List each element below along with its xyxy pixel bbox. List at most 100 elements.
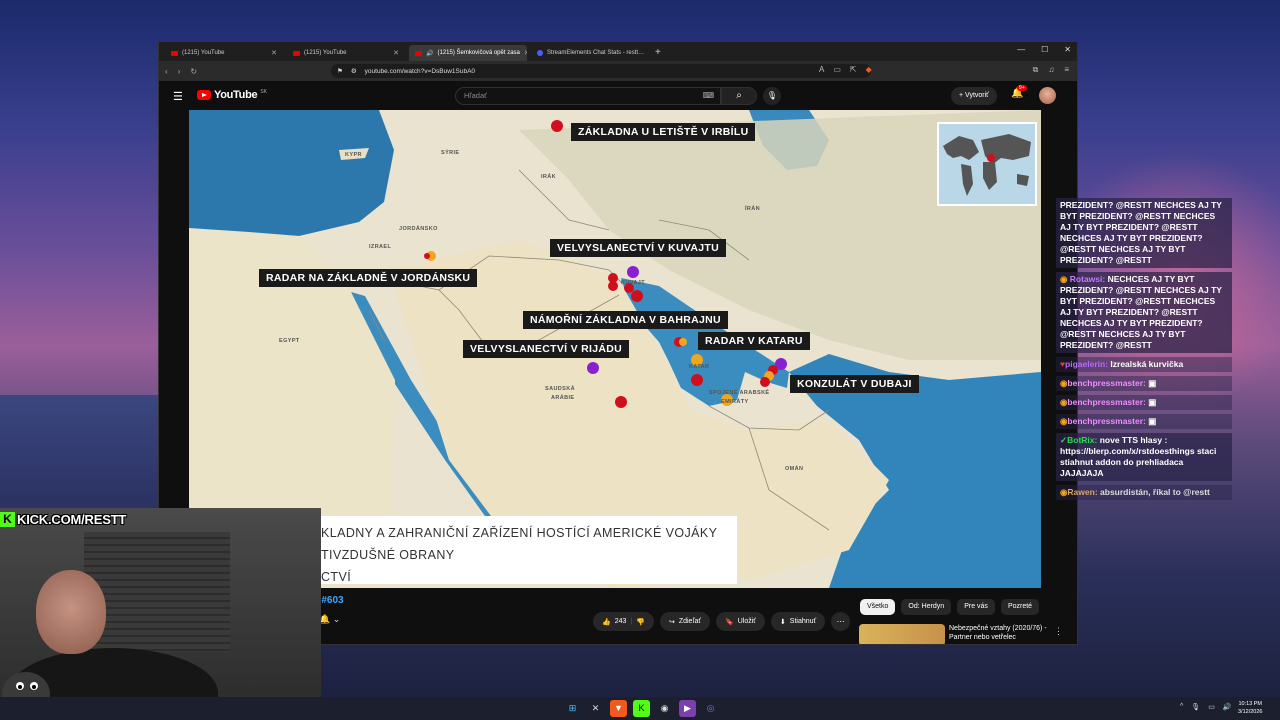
youtube-header: ☰ YouTube SK Hľadať ⌨ ⌕ 🎙 + Vytvoriť 🔔 9+	[159, 82, 1077, 110]
chat-message: ◉benchpressmaster: ▣	[1056, 376, 1232, 391]
label-kuwait: VELVYSLANECTVÍ V KUVAJTU	[550, 239, 726, 257]
minimize-icon[interactable]: —	[1017, 45, 1025, 54]
volume-icon[interactable]: 🔊	[1223, 703, 1232, 711]
webcam-feed	[0, 508, 321, 720]
tab-label: (1215) Šemkovičová opět zasa	[437, 50, 520, 56]
kick-app-icon[interactable]: K	[633, 700, 650, 717]
browser-tab-4[interactable]: StreamElements Chat Stats - restt…✕	[531, 45, 649, 61]
kick-logo-icon: K	[0, 512, 15, 527]
clock-date: 3/12/2026	[1238, 709, 1263, 715]
chat-text: absurdistán, říkal to @restt	[1100, 487, 1210, 497]
cast-icon[interactable]: ▭	[833, 65, 841, 74]
extensions-icon[interactable]: ⧉	[1033, 65, 1039, 75]
emote-icon: ▣	[1148, 378, 1157, 388]
translate-icon[interactable]: A	[819, 65, 824, 74]
download-button[interactable]: ⬇ Stiahnuť	[770, 612, 826, 631]
chat-message: ◉benchpressmaster: ▣	[1056, 414, 1232, 429]
close-tab-icon[interactable]: ✕	[271, 49, 277, 57]
more-actions-button[interactable]: ⋯	[831, 612, 851, 631]
close-tab-icon[interactable]: ✕	[648, 49, 649, 57]
media-icon[interactable]: ♫	[1048, 65, 1054, 75]
forward-icon[interactable]: ›	[178, 67, 181, 76]
reload-icon[interactable]: ↻	[190, 67, 197, 76]
site-info-icon[interactable]: ⚙	[351, 67, 357, 75]
stream-app-icon[interactable]: ▶	[679, 700, 696, 717]
rec-title[interactable]: Nebezpečné vztahy (2020/76) - Partner ne…	[949, 624, 1053, 642]
chip-from-herdyn[interactable]: Od: Herdyn	[901, 599, 952, 615]
microphone-tray-icon[interactable]: 🎙	[1191, 703, 1200, 711]
back-icon[interactable]: ‹	[165, 67, 168, 76]
create-label: Vytvoriť	[965, 92, 989, 99]
background-sea	[0, 395, 160, 515]
create-button[interactable]: + Vytvoriť	[951, 87, 997, 105]
tray-overflow-icon[interactable]: ^	[1180, 703, 1183, 711]
kick-channel-badge: K KICK.COM/RESTT	[0, 511, 126, 528]
notifications-button[interactable]: 🔔 9+	[1011, 85, 1027, 99]
chat-message: ✓BotRix: nove TTS hlasy : https://blerp.…	[1056, 433, 1232, 481]
menu-icon[interactable]: ≡	[1064, 65, 1069, 75]
close-tab-icon[interactable]: ✕	[393, 49, 399, 57]
chat-overlay: PREZIDENT? @RESTT NECHCES AJ TY BYT PREZ…	[1056, 198, 1232, 504]
hamburger-menu-icon[interactable]: ☰	[173, 90, 183, 103]
streamer-head	[36, 570, 106, 654]
geo-label-syria: SÝRIE	[441, 150, 460, 156]
voice-search-button[interactable]: 🎙	[763, 87, 781, 105]
bookmark-save-icon: 🔖	[725, 618, 734, 626]
share-label: Zdieľať	[678, 618, 702, 625]
new-tab-button[interactable]: +	[655, 45, 661, 61]
tab-label: (1215) YouTube	[182, 50, 225, 56]
tab-label: StreamElements Chat Stats - restt…	[547, 50, 645, 56]
share-button[interactable]: ↪ Zdieľať	[659, 612, 711, 631]
brave-browser-icon[interactable]: ▼	[610, 700, 627, 717]
search-input[interactable]: Hľadať ⌨	[455, 87, 721, 105]
like-button[interactable]: 👍 243 | 👎	[593, 612, 654, 631]
caption-line-3: CTVÍ	[321, 570, 352, 584]
thumbs-down-icon[interactable]: 👎	[636, 618, 645, 626]
xbox-icon[interactable]: ✕	[587, 700, 604, 717]
search-button[interactable]: ⌕	[721, 87, 757, 105]
maximize-icon[interactable]: ☐	[1041, 45, 1048, 54]
geo-label-jordan: JORDÁNSKO	[399, 226, 438, 232]
windows-start-icon[interactable]: ⊞	[564, 700, 581, 717]
close-window-icon[interactable]: ✕	[1064, 45, 1071, 54]
subscribe-bell-dropdown[interactable]: 🔔 ⌄	[319, 614, 340, 625]
chip-for-you[interactable]: Pre vás	[957, 599, 995, 615]
browser-tab-3[interactable]: 🔊(1215) Šemkovičová opět zasa ✕	[409, 45, 527, 61]
chip-all[interactable]: Všetko	[860, 599, 896, 615]
caption-line-2: TIVZDUŠNÉ OBRANY	[321, 548, 455, 562]
notification-badge: 9+	[1017, 85, 1027, 91]
window-controls: — ☐ ✕	[1017, 45, 1071, 54]
save-button[interactable]: 🔖 Uložiť	[716, 612, 765, 631]
close-tab-icon[interactable]: ✕	[524, 49, 527, 57]
share-page-icon[interactable]: ⇱	[850, 65, 857, 74]
label-jordan: RADAR NA ZÁKLADNĚ V JORDÁNSKU	[259, 269, 478, 287]
browser-tab-2[interactable]: (1215) YouTube ✕	[287, 45, 405, 61]
network-icon[interactable]: ▭	[1208, 703, 1215, 711]
youtube-favicon-icon	[293, 50, 300, 56]
bookmark-icon[interactable]: ⚑	[337, 67, 343, 75]
youtube-favicon-icon	[171, 50, 178, 56]
taskbar-clock[interactable]: 10:13 PM 3/12/2026	[1238, 700, 1262, 716]
account-avatar[interactable]	[1039, 87, 1056, 104]
streamelements-favicon-icon	[537, 50, 543, 56]
country-code: SK	[260, 89, 267, 95]
url-field[interactable]: ⚑ ⚙ youtube.com/watch?v=DsBuw1SubA0	[331, 64, 871, 78]
youtube-logo[interactable]: YouTube SK	[197, 89, 267, 101]
geo-label-uae-2: EMIRÁTY	[721, 399, 749, 405]
brave-shield-icon[interactable]: ◆	[866, 65, 872, 74]
address-bar: ‹ › ↻ ⚑ ⚙ youtube.com/watch?v=DsBuw1SubA…	[159, 61, 1077, 81]
inset-world-map	[937, 122, 1037, 206]
more-vertical-icon[interactable]: ⋮	[1054, 626, 1063, 637]
chat-username: Rawen:	[1067, 487, 1098, 497]
recommended-video[interactable]: Nebezpečné vztahy (2020/76) - Partner ne…	[859, 624, 1063, 644]
obs-icon[interactable]: ◉	[656, 700, 673, 717]
rec-thumbnail[interactable]	[859, 624, 945, 644]
browser-tab-1[interactable]: (1215) YouTube ✕	[165, 45, 283, 61]
keyboard-icon[interactable]: ⌨	[702, 88, 714, 104]
discord-icon[interactable]: ◎	[702, 700, 719, 717]
chip-watched[interactable]: Pozreté	[1000, 599, 1040, 615]
youtube-favicon-icon	[415, 50, 422, 56]
address-actions: A ▭ ⇱ ◆	[819, 65, 872, 74]
label-bahrain: NÁMOŘNÍ ZÁKLADNA V BAHRAJNU	[523, 311, 728, 329]
chevron-down-icon: ⌄	[332, 614, 341, 624]
